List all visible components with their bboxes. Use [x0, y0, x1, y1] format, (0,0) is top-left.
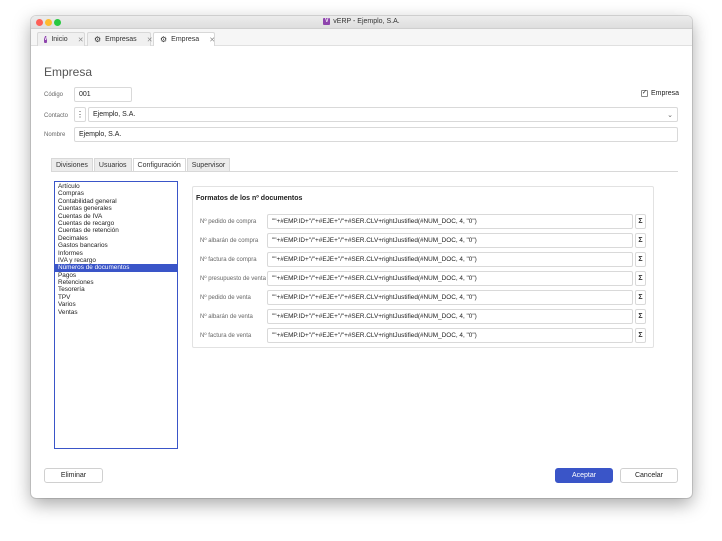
format-label: Nº presupuesto de venta	[200, 276, 266, 282]
format-input[interactable]: ""+#EMP.ID+"/"+#EJE+"/"+#SER.CLV+rightJu…	[267, 214, 633, 229]
tab-divisiones[interactable]: Divisiones	[51, 158, 93, 172]
format-label: Nº albarán de venta	[200, 314, 253, 320]
list-item[interactable]: Pagos	[55, 272, 177, 279]
title-bar: V vERP - Ejemplo, S.A.	[31, 16, 692, 29]
empresa-checkbox[interactable]: ✓	[641, 90, 648, 97]
sigma-button[interactable]: Σ	[635, 290, 646, 305]
format-input[interactable]: ""+#EMP.ID+"/"+#EJE+"/"+#SER.CLV+rightJu…	[267, 290, 633, 305]
format-row: Nº pedido de compra ""+#EMP.ID+"/"+#EJE+…	[193, 214, 653, 230]
tab-supervisor[interactable]: Supervisor	[186, 158, 231, 172]
format-row: Nº pedido de venta ""+#EMP.ID+"/"+#EJE+"…	[193, 290, 653, 306]
format-label: Nº factura de compra	[200, 257, 257, 263]
close-icon[interactable]: ✕	[209, 36, 215, 44]
list-item[interactable]: Tesorería	[55, 286, 177, 293]
document-tabbar: V Inicio ✕ ⚙ Empresas ✕ ⚙ Empresa ✕	[31, 29, 692, 46]
window-title: vERP - Ejemplo, S.A.	[333, 18, 400, 25]
list-item[interactable]: Contabilidad general	[55, 198, 177, 205]
divider	[51, 171, 678, 172]
contacto-select[interactable]: Ejemplo, S.A. ⌄	[88, 107, 678, 122]
contacto-label: Contacto	[44, 113, 69, 119]
list-item[interactable]: Gastos bancarios	[55, 242, 177, 249]
config-category-list[interactable]: Artículo Compras Contabilidad general Cu…	[54, 181, 178, 449]
app-window: V vERP - Ejemplo, S.A. V Inicio ✕ ⚙ Empr…	[31, 16, 692, 498]
sigma-button[interactable]: Σ	[635, 271, 646, 286]
tab-usuarios[interactable]: Usuarios	[93, 158, 132, 172]
gear-icon: ⚙	[160, 35, 168, 44]
format-input[interactable]: ""+#EMP.ID+"/"+#EJE+"/"+#SER.CLV+rightJu…	[267, 271, 633, 286]
page-title: Empresa	[44, 65, 93, 79]
cancel-button[interactable]: Cancelar	[620, 468, 678, 483]
tab-empresas[interactable]: ⚙ Empresas ✕	[87, 32, 153, 46]
format-label: Nº pedido de compra	[200, 219, 257, 225]
list-item-selected[interactable]: Números de documentos	[55, 264, 177, 272]
format-input[interactable]: ""+#EMP.ID+"/"+#EJE+"/"+#SER.CLV+rightJu…	[267, 328, 633, 343]
chevron-down-icon: ⌄	[667, 112, 673, 119]
contacto-value: Ejemplo, S.A.	[93, 111, 136, 118]
format-label: Nº factura de venta	[200, 333, 252, 339]
format-input[interactable]: ""+#EMP.ID+"/"+#EJE+"/"+#SER.CLV+rightJu…	[267, 252, 633, 267]
list-item[interactable]: Cuentas generales	[55, 205, 177, 212]
close-icon[interactable]: ✕	[147, 36, 153, 44]
contacto-more-button[interactable]: ⋮	[74, 107, 86, 122]
empresa-checkbox-wrap[interactable]: ✓ Empresa	[641, 90, 679, 97]
sigma-button[interactable]: Σ	[635, 214, 646, 229]
empresa-checkbox-label: Empresa	[651, 90, 680, 97]
format-label: Nº pedido de venta	[200, 295, 251, 301]
tab-label: Empresas	[105, 36, 137, 43]
close-icon[interactable]: ✕	[78, 36, 84, 44]
format-row: Nº factura de compra ""+#EMP.ID+"/"+#EJE…	[193, 252, 653, 268]
section-tabs: Divisiones Usuarios Configuración Superv…	[51, 158, 231, 172]
document-formats-panel: Formatos de los nº documentos Nº pedido …	[192, 186, 654, 348]
sigma-button[interactable]: Σ	[635, 252, 646, 267]
list-item[interactable]: Compras	[55, 190, 177, 197]
list-item[interactable]: Cuentas de retención	[55, 227, 177, 234]
format-row: Nº presupuesto de venta ""+#EMP.ID+"/"+#…	[193, 271, 653, 287]
list-item[interactable]: IVA y recargo	[55, 257, 177, 264]
panel-title: Formatos de los nº documentos	[196, 195, 303, 202]
list-item[interactable]: Retenciones	[55, 279, 177, 286]
list-item[interactable]: Artículo	[55, 183, 177, 190]
list-item[interactable]: Cuentas de IVA	[55, 213, 177, 220]
list-item[interactable]: Decimales	[55, 235, 177, 242]
sigma-button[interactable]: Σ	[635, 309, 646, 324]
tab-inicio[interactable]: V Inicio ✕	[37, 32, 85, 46]
app-icon: V	[44, 36, 48, 43]
list-item[interactable]: Cuentas de recargo	[55, 220, 177, 227]
gear-icon: ⚙	[94, 35, 102, 44]
sigma-button[interactable]: Σ	[635, 328, 646, 343]
format-row: Nº albarán de compra ""+#EMP.ID+"/"+#EJE…	[193, 233, 653, 249]
tab-label: Inicio	[51, 36, 68, 43]
nombre-field[interactable]: Ejemplo, S.A.	[74, 127, 678, 142]
list-item[interactable]: Informes	[55, 250, 177, 257]
codigo-field[interactable]: 001	[74, 87, 132, 102]
delete-button[interactable]: Eliminar	[44, 468, 103, 483]
format-label: Nº albarán de compra	[200, 238, 259, 244]
tab-empresa[interactable]: ⚙ Empresa ✕	[153, 32, 215, 46]
codigo-label: Código	[44, 92, 64, 98]
format-row: Nº albarán de venta ""+#EMP.ID+"/"+#EJE+…	[193, 309, 653, 325]
format-input[interactable]: ""+#EMP.ID+"/"+#EJE+"/"+#SER.CLV+rightJu…	[267, 233, 633, 248]
list-item[interactable]: Varios	[55, 301, 177, 308]
format-input[interactable]: ""+#EMP.ID+"/"+#EJE+"/"+#SER.CLV+rightJu…	[267, 309, 633, 324]
list-item[interactable]: Ventas	[55, 309, 177, 316]
tab-configuracion[interactable]: Configuración	[132, 158, 186, 172]
app-icon: V	[323, 18, 331, 25]
accept-button[interactable]: Aceptar	[555, 468, 613, 483]
nombre-label: Nombre	[44, 132, 66, 138]
window-title-wrap: V vERP - Ejemplo, S.A.	[31, 18, 692, 25]
tab-label: Empresa	[171, 36, 200, 43]
sigma-button[interactable]: Σ	[635, 233, 646, 248]
format-row: Nº factura de venta ""+#EMP.ID+"/"+#EJE+…	[193, 328, 653, 344]
list-item[interactable]: TPV	[55, 294, 177, 301]
